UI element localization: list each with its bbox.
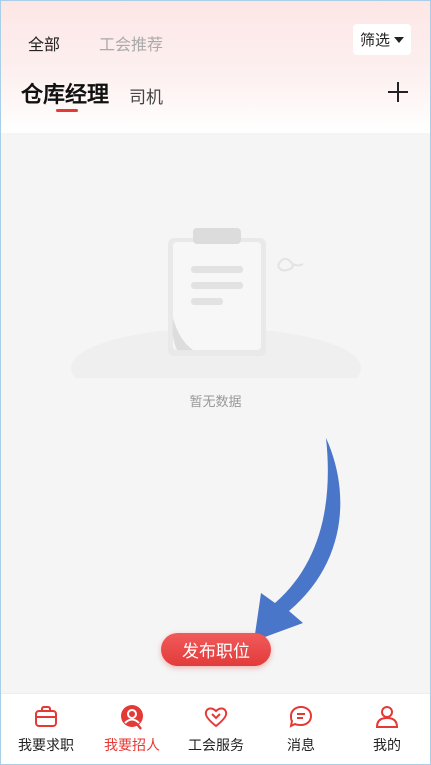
- publish-job-button[interactable]: 发布职位: [161, 633, 271, 666]
- filter-label: 筛选: [359, 31, 390, 49]
- tabbar-label: 我的: [373, 738, 401, 754]
- recruit-icon: [121, 705, 143, 730]
- tabbar-label: 我要招人: [104, 738, 160, 754]
- hint-arrow-icon: [254, 438, 341, 641]
- header: 全部 工会推荐 筛选 仓库经理 司机: [1, 1, 430, 133]
- tab-all[interactable]: 全部: [28, 31, 60, 55]
- filter-button[interactable]: 筛选: [353, 24, 411, 55]
- user-icon: [375, 706, 399, 728]
- top-tabs: 全部 工会推荐 筛选: [1, 1, 430, 65]
- tabbar-item-union-service[interactable]: 工会服务: [173, 694, 259, 765]
- tabbar-label: 工会服务: [188, 738, 244, 754]
- tabbar-label: 我要求职: [18, 738, 74, 754]
- tabbar-label: 消息: [287, 738, 315, 754]
- job-tab-driver[interactable]: 司机: [129, 83, 163, 108]
- job-list-area: 暂无数据 发布职位: [1, 133, 430, 693]
- empty-state-text: 暂无数据: [189, 395, 242, 410]
- job-tabs: 仓库经理 司机: [1, 71, 430, 121]
- message-icon: [289, 705, 313, 728]
- bottom-tabbar: 我要求职 我要招人 工会服务 消息 我的: [1, 693, 430, 764]
- add-job-tab-button[interactable]: [385, 79, 411, 105]
- job-tab-warehouse-manager[interactable]: 仓库经理: [21, 77, 109, 109]
- tabbar-item-me[interactable]: 我的: [344, 694, 430, 765]
- tabbar-item-messages[interactable]: 消息: [258, 694, 344, 765]
- tab-union-recommend[interactable]: 工会推荐: [99, 31, 163, 55]
- tabbar-item-job-seeking[interactable]: 我要求职: [3, 694, 89, 765]
- heart-icon: [204, 707, 228, 728]
- briefcase-icon: [35, 706, 57, 727]
- caret-down-icon: [394, 36, 404, 43]
- empty-clipboard-icon: [71, 228, 361, 378]
- active-tab-indicator: [56, 109, 78, 112]
- tabbar-item-recruit[interactable]: 我要招人: [89, 694, 175, 765]
